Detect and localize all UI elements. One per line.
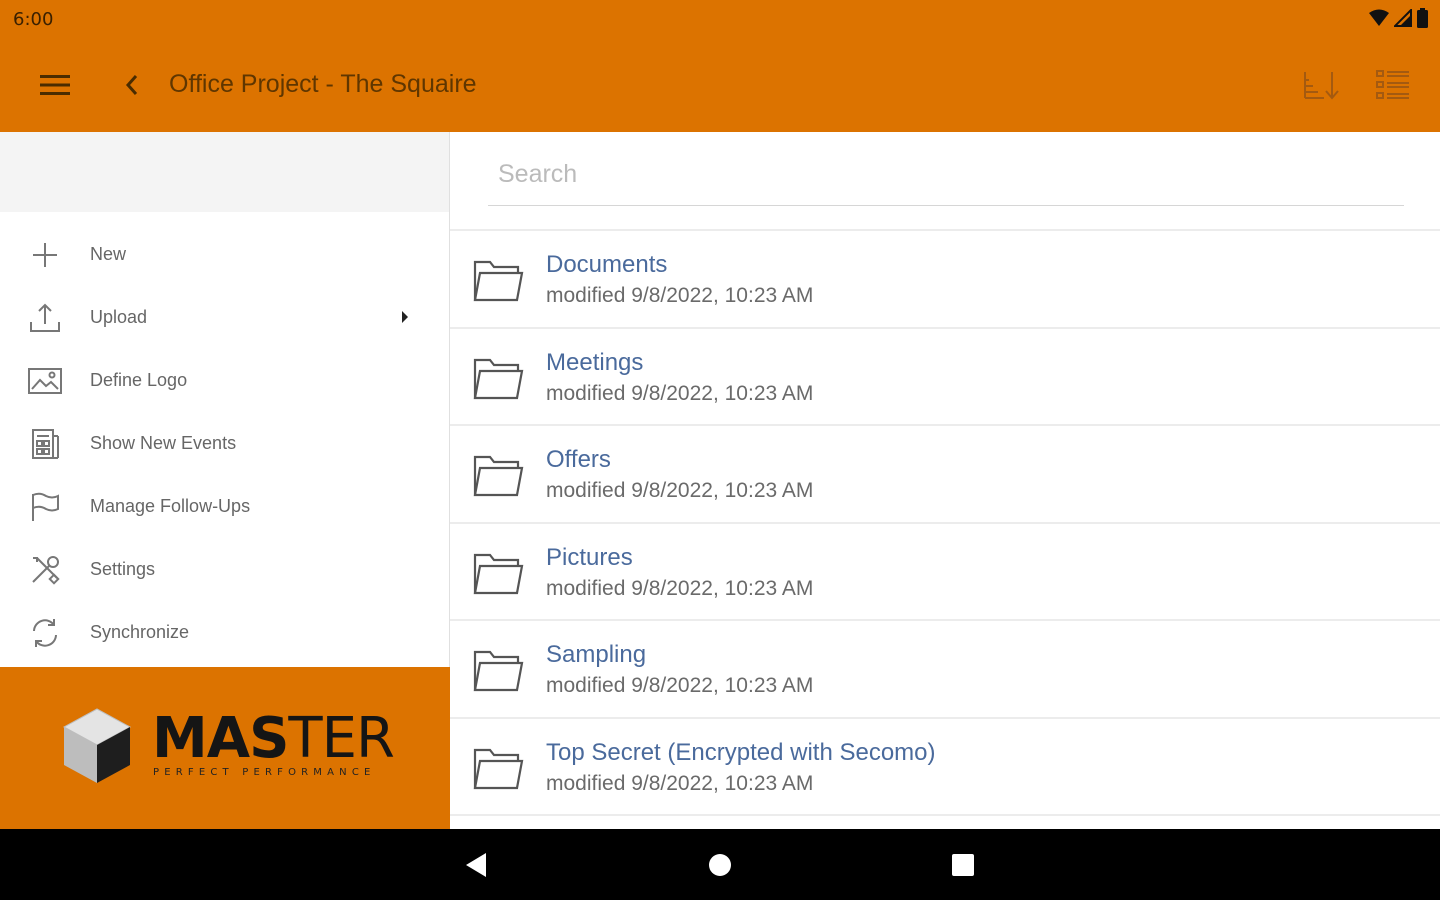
- wifi-icon: [1369, 9, 1389, 26]
- file-browser: Documents modified 9/8/2022, 10:23 AM Me…: [450, 132, 1440, 829]
- home-circle-icon: [709, 854, 731, 876]
- file-name: Sampling: [546, 641, 647, 668]
- plus-icon: [27, 239, 63, 271]
- file-name: Meetings: [546, 348, 644, 376]
- events-icon: [27, 428, 63, 460]
- drawer-item-label: Settings: [90, 559, 156, 579]
- drawer-item-upload[interactable]: Upload: [0, 287, 449, 350]
- list-item[interactable]: Offers modified 9/8/2022, 10:23 AM: [450, 426, 1440, 524]
- side-drawer: New Upload Define Logo Show New Events M…: [0, 132, 450, 829]
- page-title: Office Project - The Squaire: [169, 70, 477, 98]
- chevron-left-icon: [125, 75, 138, 95]
- brand-logo-panel: MASTER PERFECT PERFORMANCE: [0, 667, 450, 829]
- list-item[interactable]: Pictures modified 9/8/2022, 10:23 AM: [450, 524, 1440, 621]
- sort-button[interactable]: [1296, 62, 1346, 108]
- search-bar: [488, 144, 1404, 206]
- folder-icon: [472, 257, 524, 308]
- file-name: Documents: [546, 251, 668, 278]
- folder-icon: [472, 647, 524, 698]
- brand-wordmark: MASTER: [152, 706, 395, 771]
- upload-icon: [27, 302, 63, 334]
- drawer-menu: New Upload Define Logo Show New Events M…: [0, 224, 449, 665]
- brand-cube-icon: [62, 708, 132, 783]
- file-modified: modified 9/8/2022, 10:23 AM: [546, 479, 814, 502]
- drawer-item-manage-follow-ups[interactable]: Manage Follow-Ups: [0, 476, 449, 539]
- drawer-item-settings[interactable]: Settings: [0, 539, 449, 602]
- list-item[interactable]: Sampling modified 9/8/2022, 10:23 AM: [450, 621, 1440, 719]
- nav-home-button[interactable]: [702, 847, 738, 883]
- nav-recents-button[interactable]: [945, 847, 981, 883]
- file-name: Offers: [546, 446, 611, 473]
- list-view-icon: [1376, 70, 1409, 99]
- recents-square-icon: [952, 854, 974, 876]
- settings-tools-icon: [27, 554, 63, 586]
- list-view-button[interactable]: [1368, 62, 1418, 108]
- drawer-item-synchronize[interactable]: Synchronize: [0, 602, 449, 665]
- drawer-header: [0, 132, 449, 212]
- search-input[interactable]: [488, 144, 1404, 204]
- list-item[interactable]: Top Secret (Encrypted with Secomo) modif…: [450, 719, 1440, 816]
- folder-icon: [472, 355, 524, 406]
- file-name: Top Secret (Encrypted with Secomo): [546, 738, 936, 766]
- file-modified: modified 9/8/2022, 10:23 AM: [546, 674, 814, 697]
- system-nav-bar: [0, 829, 1440, 900]
- hamburger-menu-icon: [40, 75, 70, 95]
- nav-back-button[interactable]: [458, 847, 494, 883]
- drawer-item-show-new-events[interactable]: Show New Events: [0, 413, 449, 476]
- drawer-item-label: New: [90, 244, 127, 264]
- sync-icon: [27, 617, 63, 649]
- file-modified: modified 9/8/2022, 10:23 AM: [546, 771, 814, 795]
- status-icons: [1369, 8, 1428, 28]
- file-modified: modified 9/8/2022, 10:23 AM: [546, 284, 814, 307]
- sort-icon: [1304, 72, 1339, 100]
- file-modified: modified 9/8/2022, 10:23 AM: [546, 381, 814, 405]
- folder-icon: [472, 550, 524, 601]
- file-list: Documents modified 9/8/2022, 10:23 AM Me…: [450, 229, 1440, 816]
- drawer-item-new[interactable]: New: [0, 224, 449, 287]
- back-triangle-icon: [466, 853, 486, 877]
- drawer-item-define-logo[interactable]: Define Logo: [0, 350, 449, 413]
- folder-icon: [472, 452, 524, 503]
- status-time: 6:00: [13, 9, 54, 30]
- back-button[interactable]: [112, 62, 152, 108]
- drawer-item-label: Show New Events: [90, 433, 237, 453]
- status-bar: 6:00: [0, 0, 1440, 38]
- list-item[interactable]: Documents modified 9/8/2022, 10:23 AM: [450, 231, 1440, 329]
- folder-icon: [472, 745, 524, 796]
- menu-button[interactable]: [24, 62, 86, 108]
- file-name: Pictures: [546, 543, 633, 571]
- flag-icon: [27, 491, 63, 523]
- submenu-arrow-icon: [400, 309, 410, 330]
- app-bar: Office Project - The Squaire: [0, 38, 1440, 132]
- image-icon: [27, 365, 63, 397]
- drawer-item-label: Synchronize: [90, 622, 190, 642]
- drawer-item-label: Manage Follow-Ups: [90, 496, 251, 516]
- drawer-item-label: Define Logo: [90, 370, 188, 390]
- signal-icon: [1394, 9, 1412, 27]
- list-item[interactable]: Meetings modified 9/8/2022, 10:23 AM: [450, 329, 1440, 426]
- drawer-item-label: Upload: [90, 307, 148, 327]
- file-modified: modified 9/8/2022, 10:23 AM: [546, 576, 814, 600]
- brand-tagline: PERFECT PERFORMANCE: [153, 767, 376, 778]
- battery-icon: [1417, 8, 1428, 28]
